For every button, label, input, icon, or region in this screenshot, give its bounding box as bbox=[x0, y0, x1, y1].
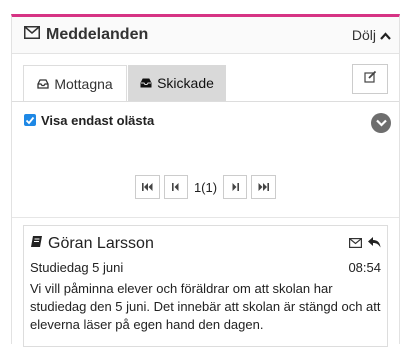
hide-button[interactable]: Dölj bbox=[352, 27, 391, 43]
panel-title-text: Meddelanden bbox=[46, 26, 149, 43]
next-page-button[interactable] bbox=[223, 175, 248, 199]
mark-read-icon[interactable] bbox=[349, 235, 363, 253]
inbox-icon bbox=[140, 75, 152, 91]
book-icon bbox=[30, 235, 43, 253]
inbox-icon bbox=[37, 76, 49, 92]
next-page-icon bbox=[232, 183, 239, 191]
tab-received[interactable]: Mottagna bbox=[23, 65, 127, 101]
edit-icon bbox=[363, 70, 377, 88]
tabs-row: Mottagna Skickade bbox=[12, 54, 399, 102]
messages-panel: Meddelanden Dölj Mottagna Skickade Visa … bbox=[11, 14, 400, 347]
hide-label: Dölj bbox=[351, 27, 376, 43]
message-time: 08:54 bbox=[348, 260, 381, 275]
page-indicator: 1(1) bbox=[193, 179, 218, 195]
message-meta: Studiedag 5 juni 08:54 bbox=[30, 260, 381, 275]
prev-page-icon bbox=[172, 183, 179, 191]
message-actions bbox=[349, 235, 381, 253]
message-sender: Göran Larsson bbox=[30, 235, 154, 253]
unread-only-label: Visa endast olästa bbox=[41, 113, 155, 128]
unread-only-checkbox[interactable] bbox=[24, 114, 36, 126]
reply-icon[interactable] bbox=[368, 235, 381, 253]
tab-received-label: Mottagna bbox=[54, 75, 113, 92]
message-body: Vi vill påminna elever och föräldrar om … bbox=[30, 281, 381, 332]
last-page-icon bbox=[258, 183, 270, 191]
envelope-icon bbox=[24, 26, 40, 44]
tab-sent[interactable]: Skickade bbox=[128, 65, 226, 101]
section-divider bbox=[12, 217, 399, 218]
first-page-icon bbox=[141, 183, 153, 191]
message-header: Göran Larsson bbox=[30, 234, 381, 254]
sender-name: Göran Larsson bbox=[48, 235, 154, 252]
tab-sent-label: Skickade bbox=[157, 75, 214, 91]
prev-page-button[interactable] bbox=[163, 175, 188, 199]
chevron-up-icon bbox=[380, 27, 391, 43]
first-page-button[interactable] bbox=[134, 175, 160, 199]
expand-filter-button[interactable] bbox=[371, 113, 391, 133]
panel-title: Meddelanden bbox=[24, 26, 148, 44]
pagination: 1(1) bbox=[12, 174, 399, 200]
filter-row: Visa endast olästa bbox=[12, 101, 399, 141]
checkmark-icon bbox=[25, 116, 35, 124]
last-page-button[interactable] bbox=[251, 175, 277, 199]
chevron-down-icon bbox=[375, 114, 387, 132]
message-subject: Studiedag 5 juni bbox=[30, 260, 124, 275]
message-card[interactable]: Göran Larsson Studiedag 5 juni 08:54 Vi … bbox=[23, 225, 388, 347]
panel-header: Meddelanden Dölj bbox=[12, 17, 399, 54]
compose-button[interactable] bbox=[352, 64, 388, 94]
